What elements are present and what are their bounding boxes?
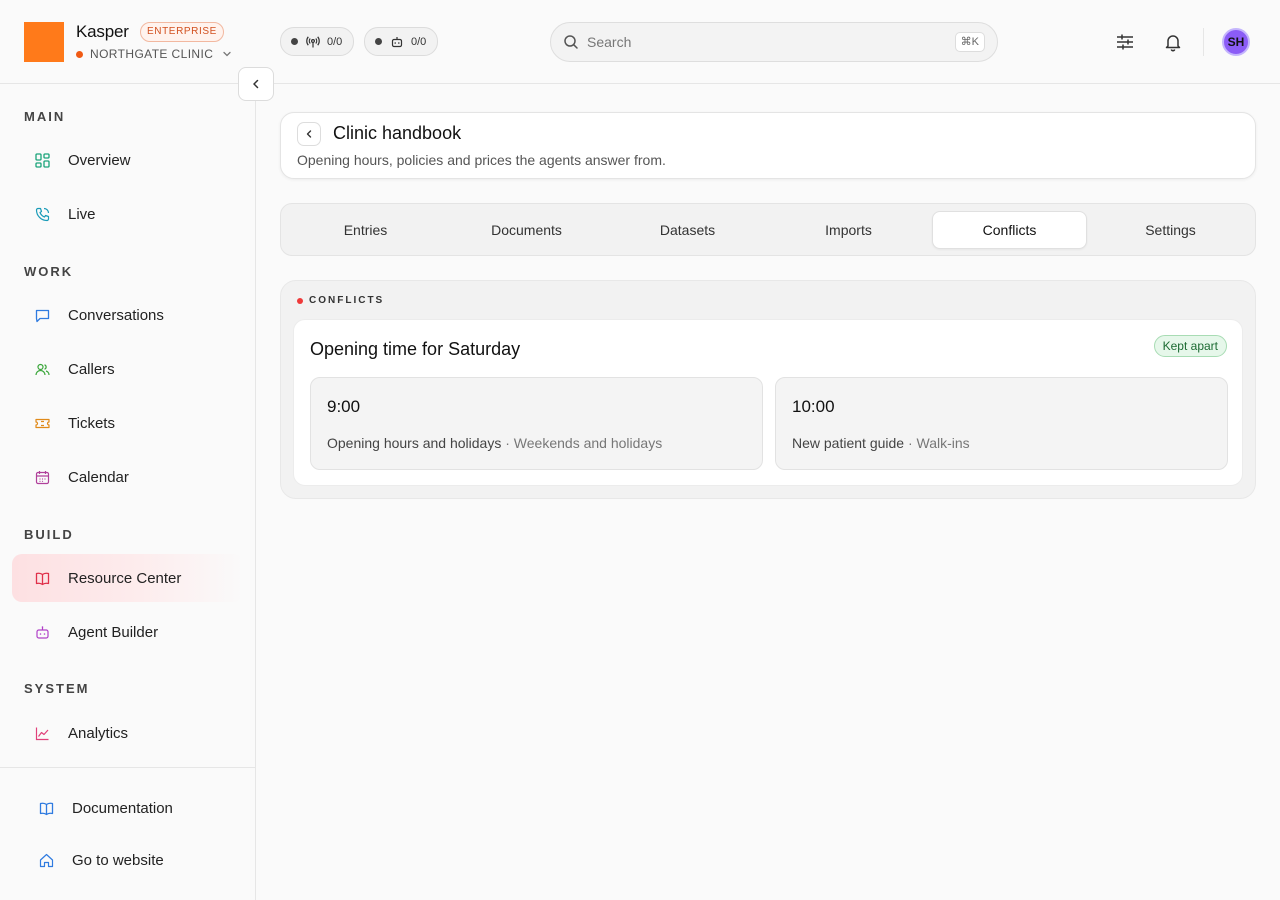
org-name: NORTHGATE CLINIC	[90, 47, 214, 61]
broadcast-icon	[306, 35, 320, 47]
sidebar-divider	[0, 767, 255, 768]
conflicts-panel: CONFLICTS Opening time for Saturday Kept…	[280, 280, 1256, 499]
section-label-system: SYSTEM	[24, 681, 90, 696]
conflicts-section-label: CONFLICTS	[297, 295, 384, 306]
sidebar-item-analytics[interactable]: Analytics	[12, 709, 244, 757]
avatar[interactable]: SH	[1222, 28, 1250, 56]
conflict-option-value: 10:00	[792, 397, 835, 416]
conflict-option-value: 9:00	[327, 397, 361, 416]
source-document: Opening hours and holidays	[327, 435, 502, 451]
notifications-button[interactable]	[1162, 31, 1184, 53]
sidebar-item-label: Analytics	[68, 724, 129, 742]
tab-entries[interactable]: Entries	[288, 211, 443, 249]
sidebar-item-label: Conversations	[68, 306, 164, 324]
phone-icon	[35, 207, 49, 221]
sidebar-item-calendar[interactable]: Calendar	[12, 453, 244, 501]
org-switcher[interactable]: NORTHGATE CLINIC	[76, 47, 233, 61]
page-subtitle: Opening hours, policies and prices the a…	[297, 152, 666, 168]
agents-count: 0/0	[411, 35, 427, 48]
conflict-title: Opening time for Saturday	[310, 339, 521, 359]
search-shortcut: ⌘K	[954, 32, 985, 52]
conflict-option[interactable]: 9:00 Opening hours and holidays · Weeken…	[310, 377, 763, 470]
calendar-icon	[35, 470, 49, 484]
search-bar[interactable]: ⌘K	[550, 22, 998, 62]
sidebar-item-go-to-website[interactable]: Go to website	[16, 840, 164, 880]
sidebar-item-label: Resource Center	[68, 569, 182, 587]
sidebar-item-label: Tickets	[68, 414, 115, 432]
sidebar-item-tickets[interactable]: Tickets	[12, 399, 244, 447]
grid-icon	[34, 152, 50, 168]
live-calls-count: 0/0	[327, 35, 343, 48]
bell-icon	[1165, 35, 1181, 52]
sidebar-item-conversations[interactable]: Conversations	[12, 291, 244, 339]
conflict-option[interactable]: 10:00 New patient guide · Walk-ins	[775, 377, 1228, 470]
robot-icon	[391, 36, 403, 47]
collapse-sidebar-button[interactable]	[238, 67, 274, 101]
section-label-build: BUILD	[24, 527, 74, 542]
header-divider	[1203, 28, 1204, 56]
sidebar-item-resource-center[interactable]: Resource Center	[12, 554, 244, 602]
source-section: Walk-ins	[916, 435, 970, 451]
plan-badge: ENTERPRISE	[140, 22, 224, 42]
search-icon	[564, 35, 578, 49]
sidebar-item-label: Agent Builder	[68, 623, 159, 641]
status-badge[interactable]: Kept apart	[1153, 335, 1227, 357]
sidebar-item-agent-builder[interactable]: Agent Builder	[12, 608, 244, 656]
brand-logo[interactable]	[24, 22, 64, 62]
status-dot	[375, 38, 382, 45]
filters-button[interactable]	[1114, 31, 1136, 53]
book-icon	[39, 802, 53, 815]
section-label-main: MAIN	[24, 109, 66, 124]
tab-settings[interactable]: Settings	[1093, 211, 1248, 249]
agents-pill[interactable]: 0/0	[364, 27, 439, 56]
search-input[interactable]	[587, 34, 955, 50]
org-status-dot	[76, 50, 83, 58]
home-icon	[39, 853, 53, 867]
tab-datasets[interactable]: Datasets	[610, 211, 765, 249]
conflict-option-source: Opening hours and holidays · Weekends an…	[327, 435, 663, 451]
page-title: Clinic handbook	[333, 123, 462, 143]
ticket-icon	[34, 418, 50, 428]
chevron-left-icon	[306, 130, 312, 138]
tab-imports[interactable]: Imports	[771, 211, 926, 249]
users-icon	[34, 363, 50, 375]
conflict-option-source: New patient guide · Walk-ins	[792, 435, 970, 451]
sidebar-item-label: Documentation	[72, 799, 173, 817]
sidebar-item-documentation[interactable]: Documentation	[16, 788, 173, 828]
status-dot	[291, 38, 298, 45]
message-icon	[35, 309, 49, 322]
chevron-down-icon	[223, 51, 231, 57]
conflict-indicator-dot	[297, 297, 303, 304]
live-calls-pill[interactable]: 0/0	[280, 27, 355, 56]
sidebar: MAIN Overview Live WORK Conversations Ca…	[0, 84, 256, 900]
sidebar-item-callers[interactable]: Callers	[12, 345, 244, 393]
tab-bar: Entries Documents Datasets Imports Confl…	[280, 203, 1256, 256]
tab-documents[interactable]: Documents	[449, 211, 604, 249]
robot-icon	[35, 625, 49, 639]
source-section: Weekends and holidays	[513, 435, 663, 451]
sidebar-item-label: Live	[68, 205, 96, 223]
sidebar-item-label: Overview	[68, 151, 131, 169]
top-bar: Kasper ENTERPRISE NORTHGATE CLINIC 0/0 0…	[0, 0, 1280, 84]
section-label-work: WORK	[24, 264, 74, 279]
tab-conflicts[interactable]: Conflicts	[932, 211, 1087, 249]
chevron-left-icon	[253, 79, 259, 89]
sidebar-item-overview[interactable]: Overview	[12, 136, 244, 184]
sidebar-item-label: Calendar	[68, 468, 129, 486]
source-document: New patient guide	[792, 435, 905, 451]
sidebar-item-label: Go to website	[72, 851, 164, 869]
chart-icon	[35, 727, 48, 740]
sidebar-item-live[interactable]: Live	[12, 190, 244, 238]
conflict-card: Opening time for Saturday Kept apart 9:0…	[293, 319, 1243, 486]
sliders-icon	[1117, 34, 1133, 50]
page-header-card: Clinic handbook Opening hours, policies …	[280, 112, 1256, 179]
book-icon	[35, 572, 49, 585]
brand-name: Kasper	[76, 22, 129, 41]
sidebar-item-label: Callers	[68, 360, 115, 378]
conflicts-label-text: CONFLICTS	[309, 295, 385, 306]
back-button[interactable]	[297, 122, 321, 146]
